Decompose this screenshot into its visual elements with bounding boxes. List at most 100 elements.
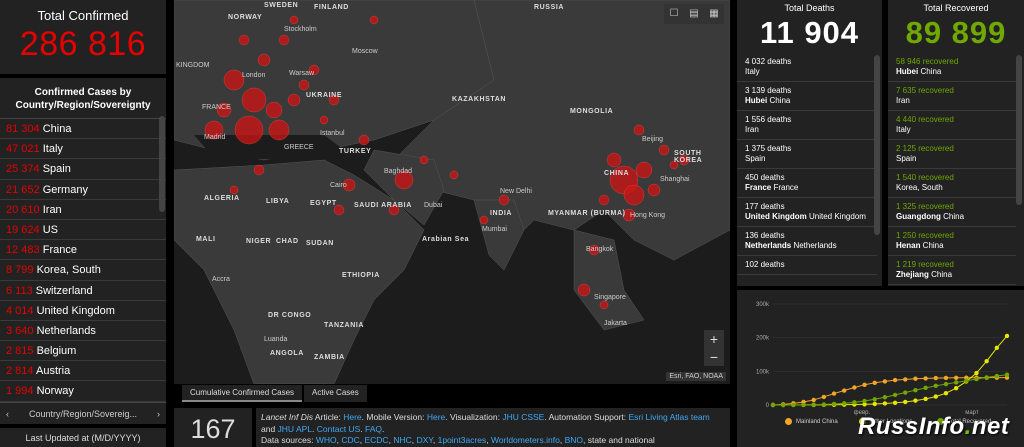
series-point[interactable] (892, 392, 898, 398)
case-bubble[interactable] (223, 69, 245, 91)
case-bubble[interactable] (319, 115, 329, 125)
list-icon[interactable]: ▤ (684, 4, 704, 24)
list-item[interactable]: 2 814 Austria (0, 361, 166, 382)
series-point[interactable] (953, 380, 959, 385)
series-point[interactable] (862, 382, 867, 387)
deaths-scrollbar[interactable] (874, 55, 880, 235)
case-bubble[interactable] (449, 170, 459, 180)
case-bubble[interactable] (289, 15, 299, 25)
link-ecdc[interactable]: ECDC (364, 435, 388, 445)
link-nhc[interactable]: NHC (393, 435, 411, 445)
series-point[interactable] (984, 375, 989, 380)
list-item[interactable]: 12 483 France (0, 240, 166, 261)
link-esri-team[interactable]: Esri Living Atlas team (628, 412, 709, 422)
case-bubble[interactable] (633, 124, 645, 136)
series-point[interactable] (862, 398, 867, 404)
link-jhu-apl[interactable]: JHU APL (278, 424, 313, 434)
case-bubble[interactable] (479, 215, 489, 225)
series-point[interactable] (974, 370, 979, 376)
series-point[interactable] (964, 378, 969, 383)
basemap-grid-icon[interactable]: ▦ (704, 4, 724, 24)
case-bubble[interactable] (257, 53, 271, 67)
case-bubble[interactable] (229, 185, 239, 195)
link-1point3acres[interactable]: 1point3acres (438, 435, 487, 445)
series-point[interactable] (882, 401, 888, 406)
list-item[interactable]: 47 021 Italy (0, 139, 166, 160)
case-bubble[interactable] (419, 155, 429, 165)
tab-cumulative-confirmed[interactable]: Cumulative Confirmed Cases (182, 385, 303, 402)
series-point[interactable] (872, 397, 877, 402)
link-bno[interactable]: BNO (565, 435, 583, 445)
series-point[interactable] (913, 398, 918, 403)
series-point[interactable] (770, 402, 776, 408)
series-point[interactable] (882, 379, 888, 384)
case-bubble[interactable] (623, 184, 645, 206)
list-item[interactable]: 450 deaths France France (737, 169, 877, 198)
case-bubble[interactable] (265, 101, 283, 119)
series-point[interactable] (801, 402, 806, 408)
series-point[interactable] (974, 376, 979, 382)
tab-active-cases[interactable]: Active Cases (304, 385, 367, 402)
link-dxy[interactable]: DXY (416, 435, 432, 445)
zoom-in-button[interactable]: + (704, 330, 724, 348)
list-item[interactable]: 1 250 recovered Henan China (888, 227, 1016, 256)
series-point[interactable] (811, 402, 816, 407)
series-point[interactable] (791, 402, 796, 408)
link-article-here[interactable]: Here (343, 412, 361, 422)
case-bubble[interactable] (647, 183, 661, 197)
legend-mainland[interactable]: Mainland China (785, 418, 838, 425)
case-bubble[interactable] (577, 283, 591, 297)
series-point[interactable] (994, 373, 1000, 379)
list-item[interactable]: 102 deaths (737, 256, 877, 275)
list-item[interactable]: 7 635 recovered Iran (888, 82, 1016, 111)
case-bubble[interactable] (606, 152, 622, 168)
link-faq[interactable]: FAQ (365, 424, 382, 434)
case-bubble[interactable] (253, 164, 265, 176)
series-point[interactable] (842, 388, 847, 393)
cases-list-footer-label[interactable]: Country/Region/Sovereig... (29, 409, 137, 419)
case-bubble[interactable] (635, 161, 653, 179)
series-point[interactable] (903, 399, 908, 405)
series-point[interactable] (842, 401, 847, 406)
zoom-out-button[interactable]: − (704, 348, 724, 366)
series-point[interactable] (943, 381, 949, 387)
case-bubble[interactable] (234, 115, 264, 145)
series-point[interactable] (831, 401, 837, 407)
list-item[interactable]: 58 946 recovered Hubei China (888, 53, 1016, 82)
case-bubble[interactable] (599, 300, 609, 310)
series-point[interactable] (933, 394, 938, 399)
link-who[interactable]: WHO (316, 435, 337, 445)
list-item[interactable]: 1 375 deaths Spain (737, 140, 877, 169)
list-item[interactable]: 4 014 United Kingdom (0, 301, 166, 321)
list-item[interactable]: 1 540 recovered Korea, South (888, 169, 1016, 198)
link-mobile-here[interactable]: Here (427, 412, 445, 422)
series-point[interactable] (780, 402, 786, 408)
case-bubble[interactable] (598, 194, 610, 206)
case-bubble[interactable] (298, 79, 310, 91)
series-point[interactable] (903, 377, 908, 382)
link-jhu-csse[interactable]: JHU CSSE (502, 412, 544, 422)
list-item[interactable]: 19 624 US (0, 220, 166, 241)
series-point[interactable] (923, 396, 928, 402)
series-point[interactable] (821, 394, 827, 400)
world-map[interactable]: SWEDEN FINLAND RUSSIA NORWAY UKRAINE KAZAKHST… (174, 0, 730, 384)
case-bubble[interactable] (358, 134, 370, 146)
case-bubble[interactable] (498, 194, 510, 206)
list-item[interactable]: 8 799 Korea, South (0, 260, 166, 281)
series-point[interactable] (892, 377, 898, 383)
chevron-left-icon[interactable]: ‹ (6, 409, 9, 419)
list-item[interactable]: 177 deaths United Kingdom United Kingdom (737, 198, 877, 227)
series-point[interactable] (953, 375, 959, 380)
series-point[interactable] (1004, 372, 1010, 377)
case-bubble[interactable] (278, 34, 290, 46)
series-point[interactable] (852, 400, 857, 405)
series-point[interactable] (872, 380, 877, 385)
list-item[interactable]: 20 610 Iran (0, 200, 166, 220)
series-point[interactable] (852, 385, 857, 390)
list-item[interactable]: 2 125 recovered Spain (888, 140, 1016, 169)
series-point[interactable] (923, 376, 928, 381)
series-point[interactable] (811, 397, 816, 403)
series-point[interactable] (831, 391, 837, 396)
list-item[interactable]: 21 652 Germany (0, 180, 166, 200)
list-item[interactable]: 4 032 deaths Italy (737, 53, 877, 82)
